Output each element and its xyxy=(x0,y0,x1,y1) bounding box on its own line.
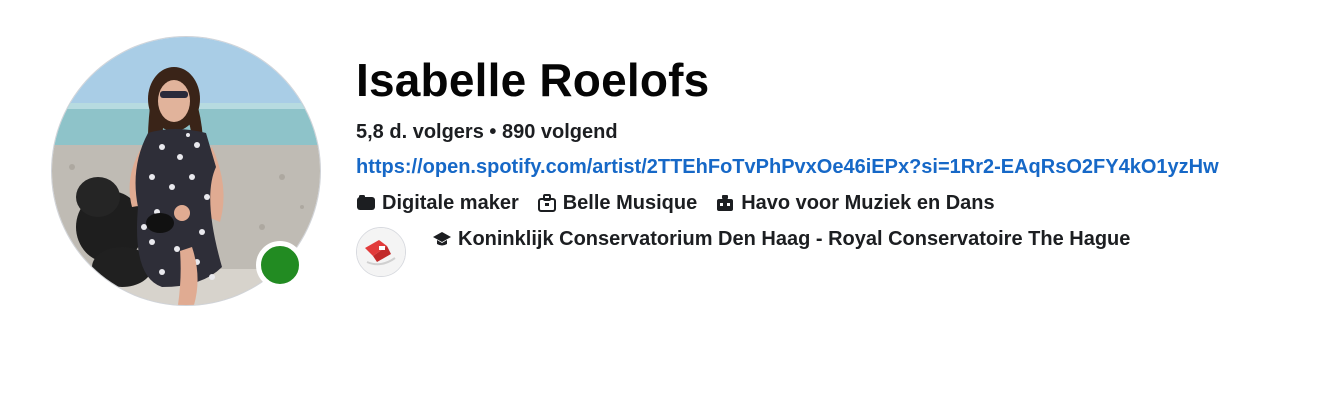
following-count[interactable]: 890 volgend xyxy=(502,121,618,143)
education-label: Koninklijk Conservatorium Den Haag - Roy… xyxy=(458,228,1131,250)
education-logo[interactable] xyxy=(356,227,406,277)
tag-category: Digitale maker xyxy=(356,189,519,217)
profile-tags: Digitale maker Belle Musique Havo voor M… xyxy=(356,189,1336,217)
tag-work[interactable]: Havo voor Muziek en Dans xyxy=(715,189,995,217)
profile-website-link[interactable]: https://open.spotify.com/artist/2TTEhFoT… xyxy=(356,154,1219,180)
tag-work-label: Havo voor Muziek en Dans xyxy=(741,192,995,214)
work-icon xyxy=(715,193,735,213)
education-row: Koninklijk Conservatorium Den Haag - Roy… xyxy=(356,225,1336,277)
graduation-cap-icon xyxy=(432,229,452,249)
tag-category-label: Digitale maker xyxy=(382,192,519,214)
profile-info: Isabelle Roelofs 5,8 d. volgers • 890 vo… xyxy=(356,50,1336,277)
online-status-indicator xyxy=(256,241,304,289)
briefcase-icon xyxy=(537,193,557,213)
tag-business-label: Belle Musique xyxy=(562,192,698,214)
education-entry[interactable]: Koninklijk Conservatorium Den Haag - Roy… xyxy=(432,225,1130,253)
follow-separator: • xyxy=(489,121,497,143)
tag-business[interactable]: Belle Musique xyxy=(537,189,697,217)
follow-stats: 5,8 d. volgers • 890 volgend xyxy=(356,118,1336,146)
profile-name: Isabelle Roelofs xyxy=(356,54,710,106)
profile-avatar-container[interactable] xyxy=(52,37,320,305)
category-icon xyxy=(356,193,376,213)
followers-count[interactable]: 5,8 d. volgers xyxy=(356,121,484,143)
